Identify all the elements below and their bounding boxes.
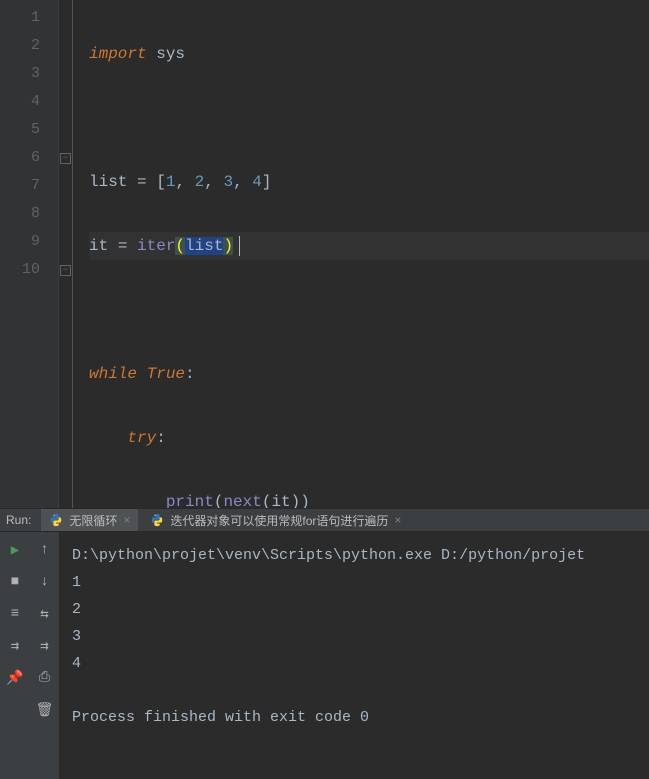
- console-panel: ▶ ■ ≡ ⇉ 📌 ↑ ↓ ⇆ ⇉ ⎙ 🗑 D:\python\projet\v…: [0, 532, 649, 779]
- print-icon: ⎙: [39, 670, 50, 686]
- scroll-icon: ⇉: [40, 638, 48, 655]
- fold-end-icon[interactable]: −: [60, 265, 71, 276]
- close-icon[interactable]: ×: [394, 513, 401, 527]
- layout-button[interactable]: ⇉: [5, 636, 25, 656]
- code-line: [89, 296, 649, 324]
- trash-button[interactable]: 🗑: [35, 700, 55, 720]
- line-number: 8: [0, 200, 40, 228]
- line-number: 4: [0, 88, 40, 116]
- pin-icon: 📌: [6, 670, 23, 687]
- line-number: 3: [0, 60, 40, 88]
- code-line: list = [1, 2, 3, 4]: [89, 168, 649, 196]
- line-number: 5: [0, 116, 40, 144]
- tab-label: 迭代器对象可以使用常规for语句进行遍历: [170, 512, 388, 529]
- line-number: 7: [0, 172, 40, 200]
- layout-icon: ⇉: [11, 638, 19, 655]
- print-button[interactable]: ⎙: [35, 668, 55, 688]
- code-editor: 1 2 3 4 5 6 7 8 9 10 − − import sys list…: [0, 0, 649, 508]
- console-command: D:\python\projet\venv\Scripts\python.exe…: [72, 547, 585, 564]
- play-icon: ▶: [11, 542, 19, 559]
- python-icon: [150, 513, 164, 527]
- rerun-button[interactable]: ▶: [5, 540, 25, 560]
- fold-icon[interactable]: −: [60, 153, 71, 164]
- pause-button[interactable]: ≡: [5, 604, 25, 624]
- run-label: Run:: [6, 513, 31, 527]
- fold-column: − −: [59, 0, 73, 508]
- console-line: 3: [72, 628, 81, 645]
- run-toolbar: Run: 无限循环 × 迭代器对象可以使用常规for语句进行遍历 ×: [0, 508, 649, 532]
- text-caret: [239, 236, 240, 256]
- run-tab[interactable]: 迭代器对象可以使用常规for语句进行遍历 ×: [142, 509, 409, 531]
- code-line: try:: [89, 424, 649, 452]
- close-icon[interactable]: ×: [123, 513, 130, 527]
- pause-icon: ≡: [11, 606, 19, 622]
- tab-label: 无限循环: [69, 512, 117, 529]
- run-tab-active[interactable]: 无限循环 ×: [41, 509, 138, 531]
- line-number: 6: [0, 144, 40, 172]
- console-exit: Process finished with exit code 0: [72, 709, 369, 726]
- trash-icon: 🗑: [36, 702, 54, 719]
- stop-button[interactable]: ■: [5, 572, 25, 592]
- console-line: 2: [72, 601, 81, 618]
- python-icon: [49, 513, 63, 527]
- up-button[interactable]: ↑: [35, 540, 55, 560]
- scroll-button[interactable]: ⇉: [35, 636, 55, 656]
- tool-column-1: ▶ ■ ≡ ⇉ 📌: [0, 532, 30, 779]
- stop-icon: ■: [11, 574, 19, 590]
- wrap-button[interactable]: ⇆: [35, 604, 55, 624]
- code-area[interactable]: import sys list = [1, 2, 3, 4] it = iter…: [73, 0, 649, 508]
- line-number: 2: [0, 32, 40, 60]
- code-line: [89, 104, 649, 132]
- line-number: 9: [0, 228, 40, 256]
- code-line-current: it = iter(list): [89, 232, 649, 260]
- console-line: 4: [72, 655, 81, 672]
- line-number: 1: [0, 4, 40, 32]
- down-icon: ↓: [40, 574, 48, 590]
- console-output[interactable]: D:\python\projet\venv\Scripts\python.exe…: [60, 532, 649, 779]
- console-line: 1: [72, 574, 81, 591]
- pin-button[interactable]: 📌: [5, 668, 25, 688]
- wrap-icon: ⇆: [40, 606, 48, 623]
- code-line: while True:: [89, 360, 649, 388]
- down-button[interactable]: ↓: [35, 572, 55, 592]
- tool-column-2: ↑ ↓ ⇆ ⇉ ⎙ 🗑: [30, 532, 60, 779]
- code-line: import sys: [89, 40, 649, 68]
- up-icon: ↑: [40, 542, 48, 558]
- line-number: 10: [0, 256, 40, 284]
- line-number-gutter: 1 2 3 4 5 6 7 8 9 10: [0, 0, 59, 508]
